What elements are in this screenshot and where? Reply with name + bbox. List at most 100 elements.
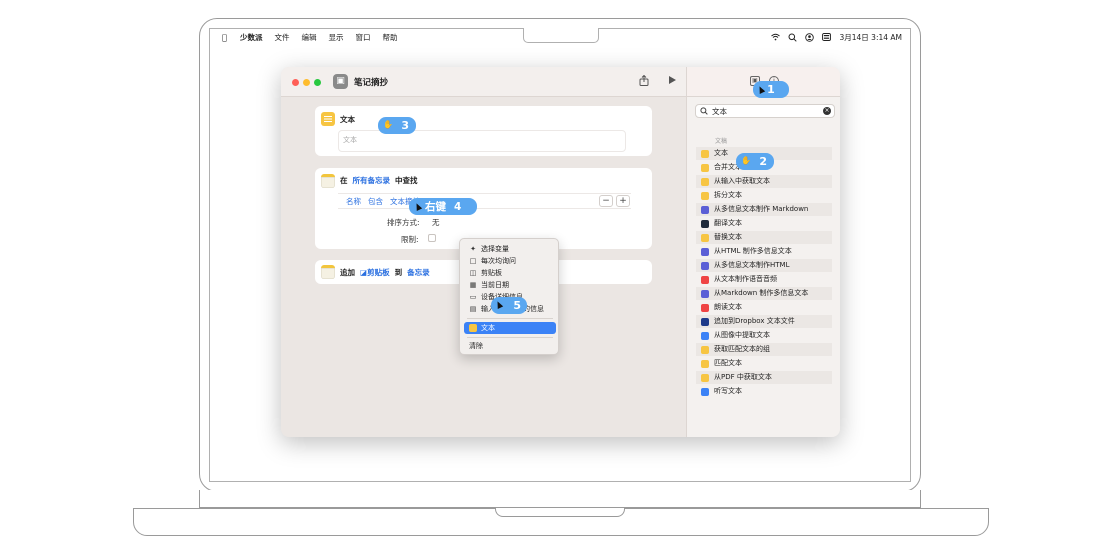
action-label: 替换文本 [714, 233, 742, 241]
remove-filter-button[interactable]: − [599, 195, 613, 207]
action-list-item[interactable]: 翻译文本 [696, 217, 832, 230]
annotation-4-text: 右键 [425, 201, 446, 213]
ctx-clear[interactable]: 清除 [460, 340, 560, 352]
monitor-icon: ▭ [469, 293, 477, 301]
action-label: 从输入中获取文本 [714, 177, 770, 185]
action-label: 朗读文本 [714, 303, 742, 311]
action-icon [701, 177, 709, 186]
filter-row: 名称 包含 文本摘抄 [338, 193, 631, 209]
action-list-item[interactable]: 从PDF 中获取文本 [696, 371, 832, 384]
action-list-item[interactable]: 听写文本 [696, 385, 832, 398]
menu-edit[interactable]: 编辑 [302, 32, 317, 43]
action-label: 从图像中提取文本 [714, 331, 770, 339]
action-list-item[interactable]: 替换文本 [696, 231, 832, 244]
ctx-select-variable[interactable]: ✦ 选择变量 [460, 243, 560, 255]
menu-app-name[interactable]: 少数派 [240, 32, 263, 43]
ctx-clipboard[interactable]: ◫ 剪贴板 [460, 267, 560, 279]
add-filter-button[interactable]: + [616, 195, 630, 207]
apple-icon[interactable]:  [222, 33, 232, 42]
menu-file[interactable]: 文件 [275, 32, 290, 43]
action-icon [701, 205, 709, 214]
clipboard-token[interactable]: ◪剪贴板 [360, 267, 390, 278]
limit-checkbox[interactable] [428, 234, 436, 242]
action-list-item[interactable]: 追加到Dropbox 文本文件 [696, 315, 832, 328]
annotation-4-label: 4 [454, 200, 462, 213]
shortcut-editor: 文本 文本 在 所有备忘录 中查找 名称 包含 文本摘抄 − + 排序方式: 无… [281, 97, 686, 437]
annotation-5-label: 5 [513, 299, 521, 312]
share-icon[interactable] [639, 74, 649, 89]
ctx-label: 文本 [481, 324, 495, 332]
action-icon [701, 275, 709, 284]
close-button[interactable] [292, 79, 299, 86]
action-icon [701, 331, 709, 340]
filter-operator[interactable]: 包含 [368, 196, 383, 207]
action-label: 从文本制作语音音频 [714, 275, 777, 283]
ctx-ask-each-time[interactable]: □ 每次均询问 [460, 255, 560, 267]
sort-value[interactable]: 无 [432, 217, 440, 228]
wifi-icon[interactable] [771, 33, 781, 42]
annotation-2-label: 2 [759, 155, 767, 168]
window-title[interactable]: 笔记摘抄 [354, 76, 388, 88]
action-icon [701, 219, 709, 228]
action-icon [701, 191, 709, 200]
clipboard-icon: ◫ [469, 269, 477, 277]
user-icon[interactable] [805, 32, 815, 42]
control-center-icon[interactable] [822, 32, 832, 42]
action-label: 从多信息文本制作HTML [714, 261, 790, 269]
ctx-separator [467, 337, 553, 338]
action-list-item[interactable]: 拆分文本 [696, 189, 832, 202]
speech-bubble-icon: □ [469, 257, 477, 265]
camera-notch [523, 28, 599, 43]
action-label: 匹配文本 [714, 359, 742, 367]
action-list-item[interactable]: 从Markdown 制作多信息文本 [696, 287, 832, 300]
action-list-item[interactable]: 从HTML 制作多信息文本 [696, 245, 832, 258]
action-list-item[interactable]: 从多信息文本制作HTML [696, 259, 832, 272]
clear-search-icon[interactable]: × [823, 107, 831, 115]
action-list-item[interactable]: 匹配文本 [696, 357, 832, 370]
find-notes-header: 在 所有备忘录 中查找 [340, 175, 418, 186]
action-icon [701, 261, 709, 270]
menu-help[interactable]: 帮助 [383, 32, 398, 43]
input-icon: ▤ [469, 305, 477, 313]
text-action-card[interactable]: 文本 文本 [315, 106, 652, 156]
search-icon[interactable] [788, 33, 798, 42]
find-notes-action-card[interactable]: 在 所有备忘录 中查找 名称 包含 文本摘抄 − + 排序方式: 无 限制: [315, 168, 652, 249]
action-icon [701, 163, 709, 172]
action-icon [701, 387, 709, 396]
action-list-item[interactable]: 从多信息文本制作 Markdown [696, 203, 832, 216]
minimize-button[interactable] [303, 79, 310, 86]
action-label: 获取匹配文本的组 [714, 345, 770, 353]
zoom-button[interactable] [314, 79, 321, 86]
append-header: 追加 ◪剪贴板 到 备忘录 [340, 267, 430, 278]
menu-window[interactable]: 窗口 [356, 32, 371, 43]
run-icon[interactable] [668, 75, 677, 88]
text-icon [469, 324, 477, 332]
ctx-label: 每次均询问 [481, 257, 516, 265]
hand-cursor-icon: ✋ [741, 156, 751, 165]
shortcut-icon[interactable]: ▣ [333, 74, 348, 89]
calendar-icon: ▦ [469, 281, 477, 289]
shortcuts-window: ▣ 笔记摘抄 文本 文本 在 所有备忘录 中查找 名称 包含 文本摘抄 − + … [281, 67, 840, 437]
action-icon [701, 303, 709, 312]
notes-target-token[interactable]: 备忘录 [407, 267, 430, 278]
action-label: 从多信息文本制作 Markdown [714, 205, 809, 213]
clock[interactable]: 3月14日 3:14 AM [839, 32, 902, 43]
hand-cursor-icon: ✋ [383, 120, 393, 129]
ctx-text-selected[interactable]: 文本 [464, 322, 556, 334]
search-input[interactable]: 文本 × [695, 104, 835, 118]
action-label: 从HTML 制作多信息文本 [714, 247, 792, 255]
action-icon [701, 317, 709, 326]
menu-view[interactable]: 显示 [329, 32, 344, 43]
filter-field[interactable]: 名称 [346, 196, 361, 207]
ctx-current-date[interactable]: ▦ 当前日期 [460, 279, 560, 291]
action-list-item[interactable]: 从图像中提取文本 [696, 329, 832, 342]
notes-source-token[interactable]: 所有备忘录 [353, 175, 391, 186]
action-list-item[interactable]: 朗读文本 [696, 301, 832, 314]
action-list-item[interactable]: 从输入中获取文本 [696, 175, 832, 188]
ctx-label: 选择变量 [481, 245, 509, 253]
action-list-item[interactable]: 获取匹配文本的组 [696, 343, 832, 356]
action-list-item[interactable]: 从文本制作语音音频 [696, 273, 832, 286]
text-action-field[interactable]: 文本 [338, 130, 626, 152]
action-label: 听写文本 [714, 387, 742, 395]
action-label: 从Markdown 制作多信息文本 [714, 289, 809, 297]
